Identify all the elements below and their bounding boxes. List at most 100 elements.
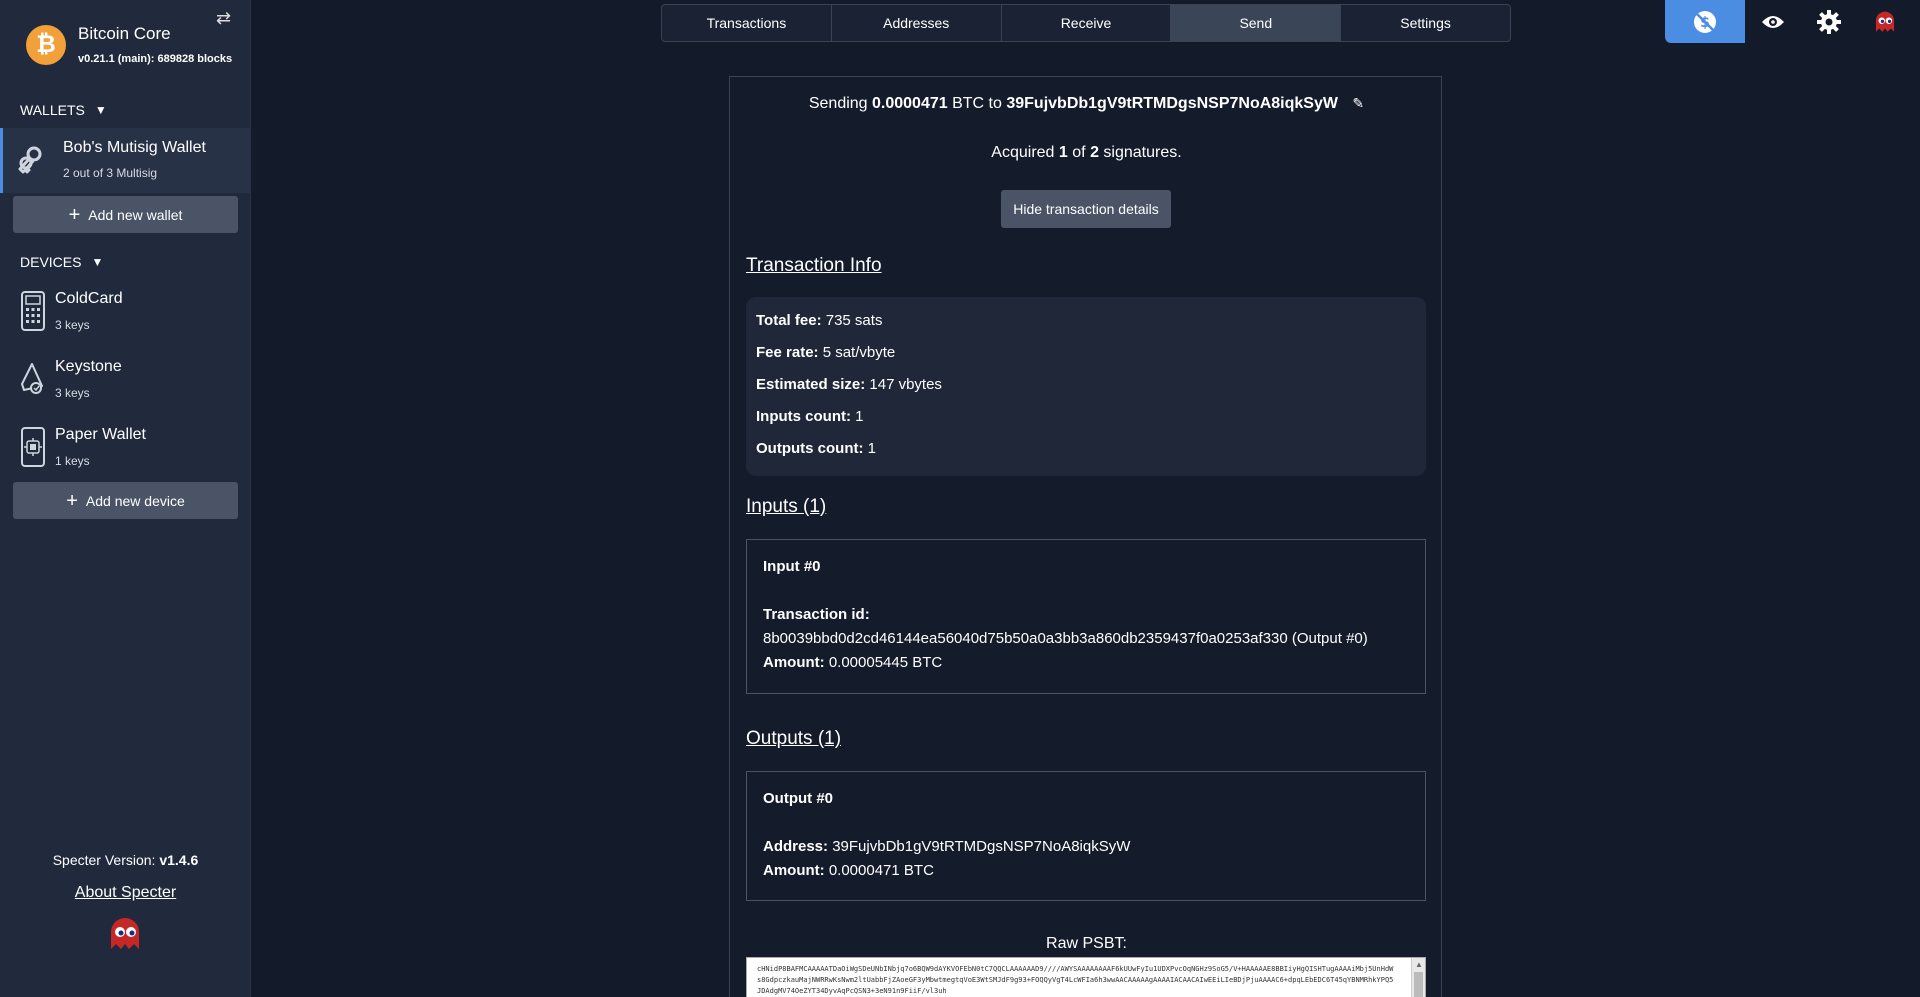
switch-node-icon[interactable]: ⇄ [216,8,231,29]
info-value: 735 sats [825,312,883,329]
edit-pencil-icon[interactable]: ✎ [1352,95,1364,112]
devices-heading: DEVICES [20,254,82,270]
gear-icon [1817,9,1841,34]
hide-balances-button[interactable]: $ [1665,0,1745,43]
device-name: Paper Wallet [55,426,146,443]
output-card: Output #0 Address: 39FujvbDb1gV9tRTMDgsN… [746,771,1426,901]
node-version: v0.21.1 (main): 689828 blocks [78,53,233,65]
keystone-device-icon [21,363,43,394]
output-address: Address: 39FujvbDb1gV9tRTMDgsNSP7NoA8iqk… [763,838,1130,855]
user-menu-button[interactable] [1857,0,1913,43]
info-label: Outputs count: [756,440,864,457]
plus-icon: + [68,203,81,226]
add-wallet-button[interactable]: + Add new wallet [13,196,238,233]
sidebar-item-coldcard[interactable]: ColdCard 3 keys [0,282,251,342]
add-device-label: Add new device [85,492,185,509]
sending-amount: 0.0000471 [872,95,948,112]
address-label: Address: [763,838,829,855]
coldcard-device-icon [21,291,45,331]
raw-psbt-label: Raw PSBT: [1046,935,1127,952]
tab-settings[interactable]: Settings [1341,5,1510,41]
wallets-section-toggle[interactable]: WALLETS ▼ [20,102,107,118]
device-keys: 1 keys [55,454,90,468]
main-tabs: Transactions Addresses Receive Send Sett… [661,4,1511,42]
eye-icon [1762,15,1784,28]
specter-version: Specter Version: v1.4.6 [0,852,251,868]
sidebar-item-paper-wallet[interactable]: Paper Wallet 1 keys [0,418,251,478]
device-name: Keystone [55,358,122,375]
info-value: 147 vbytes [869,376,942,393]
sending-address: 39FujvbDb1gV9tRTMDgsNSP7NoA8iqkSyW [1006,95,1338,112]
output-amount: Amount: 0.0000471 BTC [763,862,934,879]
input-heading-text: Input #0 [763,558,821,575]
device-keys: 3 keys [55,318,90,332]
tab-addresses[interactable]: Addresses [832,5,1002,41]
about-specter-link[interactable]: About Specter [0,884,251,902]
address-value: 39FujvbDb1gV9tRTMDgsNSP7NoA8iqkSyW [832,838,1131,855]
device-name: ColdCard [55,290,123,307]
raw-psbt-text: cHNidP8BAFMCAAAAATDaOiWgSDeUNbINbjq7o6BQ… [757,965,1394,995]
amount-label: Amount: [763,654,825,671]
outputs-title: Outputs (1) [746,728,842,749]
specter-ghost-icon [1875,11,1895,32]
device-keys: 3 keys [55,386,90,400]
version-label: Specter Version: [52,852,156,868]
caret-down-icon: ▼ [91,255,104,269]
output-heading-text: Output #0 [763,790,833,807]
acquired-of: of [1072,144,1086,161]
acquired-prefix: Acquired [991,144,1055,161]
info-row: Fee rate: 5 sat/vbyte [756,344,895,361]
info-label: Fee rate: [756,344,819,361]
txid-label-text: Transaction id: [763,606,870,623]
txid-label: Transaction id: [763,606,870,623]
info-label: Estimated size: [756,376,866,393]
add-device-button[interactable]: + Add new device [13,482,238,519]
sidebar-item-keystone[interactable]: Keystone 3 keys [0,350,251,410]
required-count: 2 [1090,144,1099,161]
paper-wallet-device-icon [21,427,45,467]
devices-section-toggle[interactable]: DEVICES ▼ [20,254,103,270]
no-money-icon: $ [1694,10,1716,33]
output-heading: Output #0 [763,790,833,807]
info-value: 5 sat/vbyte [822,344,896,361]
raw-psbt-textarea[interactable]: cHNidP8BAFMCAAAAATDaOiWgSDeUNbINbjq7o6BQ… [746,957,1426,997]
amount-value: 0.0000471 BTC [828,862,934,879]
top-right-toolbar: $ [1665,0,1920,43]
settings-button[interactable] [1801,0,1857,43]
info-label: Total fee: [756,312,822,329]
specter-ghost-logo-icon [111,918,139,949]
input-amount: Amount: 0.00005445 BTC [763,654,942,671]
sending-summary: Sending 0.0000471 BTC to 39FujvbDb1gV9tR… [730,95,1443,113]
inputs-title: Inputs (1) [746,496,827,517]
scroll-up-icon[interactable]: ▲ [1415,960,1423,969]
scroll-thumb[interactable] [1414,972,1423,997]
key-icon [18,146,42,174]
caret-down-icon: ▼ [94,103,107,117]
info-row: Inputs count: 1 [756,408,864,425]
node-selector[interactable]: ₿ Bitcoin Core v0.21.1 (main): 689828 bl… [0,0,251,90]
toggle-visibility-button[interactable] [1745,0,1801,43]
info-value: 1 [867,440,876,457]
tab-receive[interactable]: Receive [1002,5,1172,41]
amount-label: Amount: [763,862,825,879]
tab-transactions[interactable]: Transactions [662,5,832,41]
transaction-info-box: Total fee: 735 sats Fee rate: 5 sat/vbyt… [746,297,1426,476]
psbt-scrollbar[interactable]: ▲ [1411,958,1425,997]
transaction-info-title: Transaction Info [746,255,882,276]
tab-send[interactable]: Send [1171,5,1342,41]
info-row: Estimated size: 147 vbytes [756,376,942,393]
acquired-count: 1 [1058,144,1068,161]
acquired-suffix: signatures. [1103,144,1182,161]
sidebar-item-wallet[interactable]: Bob's Mutisig Wallet 2 out of 3 Multisig [0,128,251,193]
sending-unit: BTC to [952,95,1002,112]
input-card: Input #0 Transaction id: 8b0039bbd0d2cd4… [746,539,1426,694]
sending-prefix: Sending [808,95,868,112]
add-wallet-label: Add new wallet [88,206,183,223]
txid-value: 8b0039bbd0d2cd46144ea56040d75b50a0a3bb3a… [763,630,1368,647]
plus-icon: + [66,489,78,512]
hide-transaction-details-button[interactable]: Hide transaction details [1001,190,1171,228]
wallet-name: Bob's Mutisig Wallet [63,139,206,156]
signatures-status: Acquired 1 of 2 signatures. [730,144,1443,162]
info-label: Inputs count: [756,408,851,425]
node-name: Bitcoin Core [78,24,171,43]
